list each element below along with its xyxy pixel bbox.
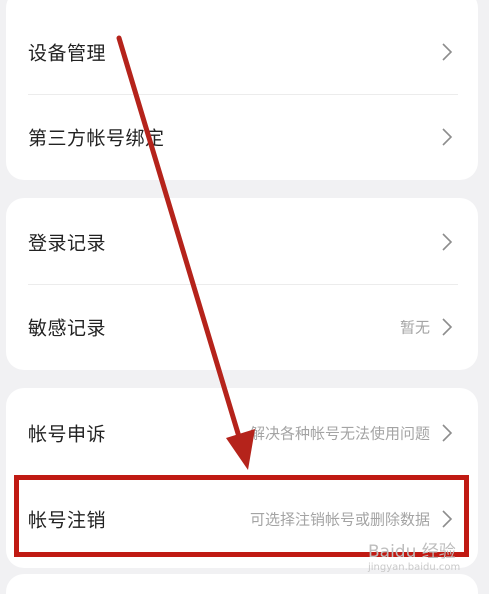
watermark-brand: Baidu 经验: [368, 542, 456, 562]
settings-group-account: 帐号申诉 解决各种帐号无法使用问题 帐号注销 可选择注销帐号或删除数据: [6, 388, 478, 568]
row-value: 解决各种帐号无法使用问题: [249, 424, 430, 443]
chevron-right-icon: [442, 318, 453, 336]
row-label: 敏感记录: [28, 317, 107, 340]
row-value: 暂无: [399, 318, 430, 337]
row-third-party-binding[interactable]: 第三方帐号绑定: [6, 95, 478, 179]
row-label: 第三方帐号绑定: [28, 127, 165, 150]
row-account-appeal[interactable]: 帐号申诉 解决各种帐号无法使用问题: [6, 391, 478, 475]
next-card-edge: [6, 574, 478, 594]
chevron-right-icon: [442, 424, 453, 442]
settings-group-records: 登录记录 敏感记录 暂无: [6, 198, 478, 370]
row-label: 登录记录: [28, 232, 107, 255]
chevron-right-icon: [442, 43, 453, 61]
baidu-watermark: Baidu 经验 jingyan.baidu.com: [368, 542, 468, 574]
row-value: 可选择注销帐号或删除数据: [249, 510, 430, 529]
chevron-right-icon: [442, 233, 453, 251]
row-label: 设备管理: [28, 42, 107, 65]
row-label: 帐号申诉: [28, 423, 107, 446]
chevron-right-icon: [442, 510, 453, 528]
watermark-url: jingyan.baidu.com: [368, 562, 461, 573]
row-sensitive-records[interactable]: 敏感记录 暂无: [6, 285, 478, 369]
row-login-records[interactable]: 登录记录: [6, 200, 478, 284]
settings-group-devices: 设备管理 第三方帐号绑定: [6, 0, 478, 180]
chevron-right-icon: [442, 128, 453, 146]
row-label: 帐号注销: [28, 509, 107, 532]
row-device-management[interactable]: 设备管理: [6, 10, 478, 94]
